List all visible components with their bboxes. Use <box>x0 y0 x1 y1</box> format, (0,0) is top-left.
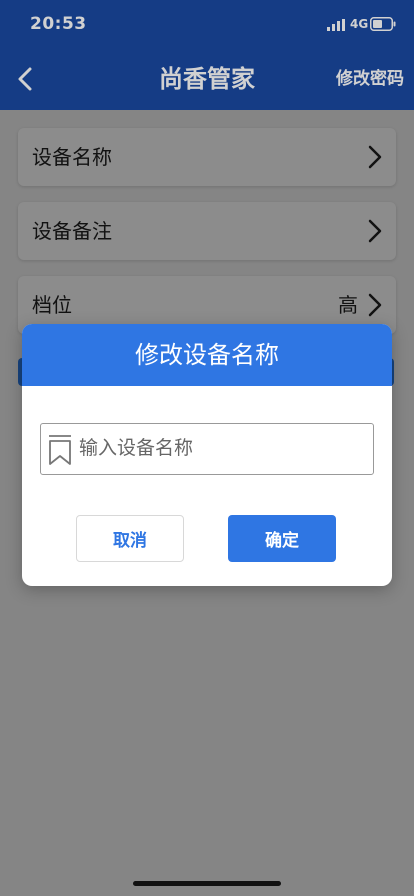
header-dim <box>0 0 414 110</box>
device-name-field[interactable] <box>40 423 374 475</box>
home-indicator[interactable] <box>133 881 281 886</box>
dialog-title: 修改设备名称 <box>135 341 279 369</box>
cancel-button[interactable]: 取消 <box>76 515 184 562</box>
dialog-header: 修改设备名称 <box>22 324 392 386</box>
rename-device-dialog: 修改设备名称 取消 确定 <box>22 324 392 586</box>
bookmark-icon <box>49 435 71 465</box>
device-name-input[interactable] <box>79 430 365 466</box>
screen: 设备名称 设备备注 档位 高 20:53 4G 尚香管家 修改密码 修改设备名称… <box>0 0 414 896</box>
confirm-button[interactable]: 确定 <box>228 515 336 562</box>
